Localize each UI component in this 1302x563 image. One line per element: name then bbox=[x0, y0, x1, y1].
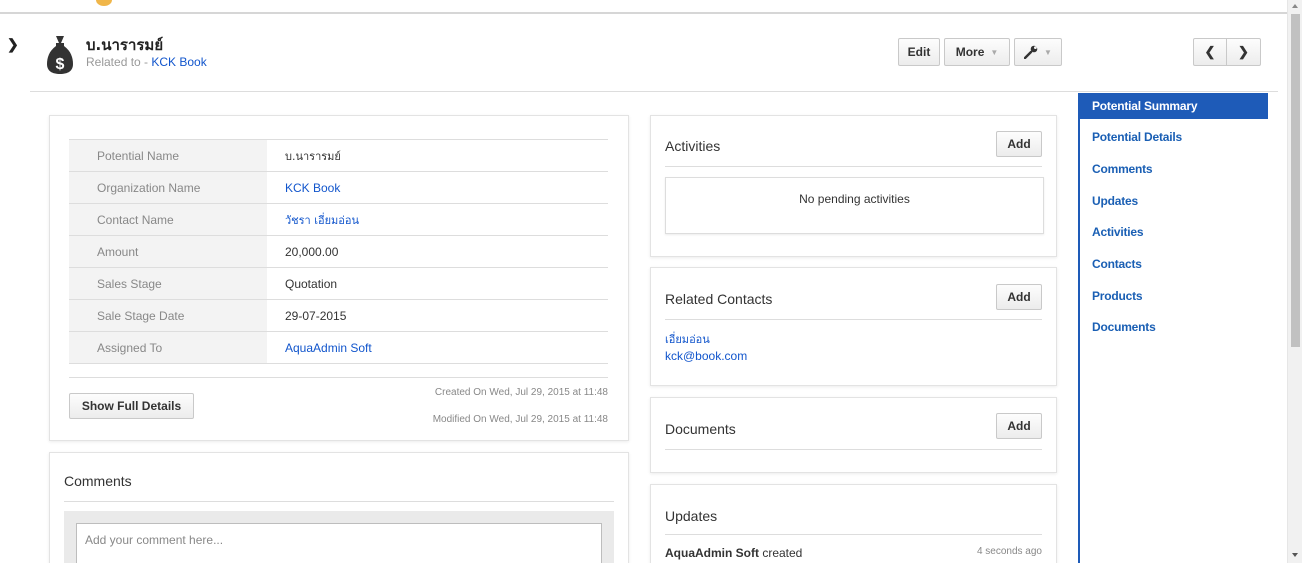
sidebar-item-comments[interactable]: Comments bbox=[1092, 162, 1153, 176]
page-scrollbar[interactable] bbox=[1287, 0, 1302, 563]
chevron-down-icon: ▼ bbox=[990, 47, 999, 57]
comments-title: Comments bbox=[64, 473, 132, 489]
divider bbox=[69, 377, 608, 378]
created-on: Created On Wed, Jul 29, 2015 at 11:48 bbox=[434, 387, 608, 398]
table-row: Amount 20,000.00 bbox=[69, 235, 608, 268]
scroll-down-icon[interactable] bbox=[1292, 553, 1298, 557]
app-logo[interactable] bbox=[96, 0, 112, 6]
more-button-label: More bbox=[955, 45, 985, 59]
activities-title: Activities bbox=[665, 138, 721, 154]
table-row: Assigned To AquaAdmin Soft bbox=[69, 331, 608, 364]
contact-email-link[interactable]: kck@book.com bbox=[665, 349, 747, 363]
add-contact-button[interactable]: Add bbox=[996, 284, 1042, 310]
updates-card: Updates AquaAdmin Soft created 4 seconds… bbox=[650, 484, 1057, 563]
sidebar-item-potential-summary[interactable]: Potential Summary bbox=[1080, 93, 1268, 119]
summary-table: Potential Name บ.นารารมย์ Organization N… bbox=[69, 139, 608, 364]
add-document-button[interactable]: Add bbox=[996, 413, 1042, 439]
contact-link[interactable]: วัชรา เอี่ยมอ่อน bbox=[267, 204, 608, 236]
field-value: 29-07-2015 bbox=[285, 308, 347, 323]
main-content: Potential Name บ.นารารมย์ Organization N… bbox=[30, 93, 1078, 563]
comment-placeholder: Add your comment here... bbox=[85, 533, 224, 547]
field-label: Sale Stage Date bbox=[69, 299, 267, 332]
money-bag-icon: $ bbox=[47, 36, 73, 74]
table-row: Potential Name บ.นารารมย์ bbox=[69, 139, 608, 172]
sidebar-item-products[interactable]: Products bbox=[1092, 289, 1143, 303]
show-full-details-label: Show Full Details bbox=[81, 399, 182, 413]
table-row: Organization Name KCK Book bbox=[69, 171, 608, 204]
wrench-icon bbox=[1024, 45, 1038, 59]
assigned-to-link[interactable]: AquaAdmin Soft bbox=[267, 332, 608, 364]
update-actor: AquaAdmin Soft bbox=[665, 546, 759, 560]
scroll-up-icon[interactable] bbox=[1292, 4, 1298, 8]
add-activity-button[interactable]: Add bbox=[996, 131, 1042, 157]
divider bbox=[665, 534, 1042, 535]
add-label: Add bbox=[1007, 419, 1031, 433]
more-button[interactable]: More ▼ bbox=[944, 38, 1010, 66]
update-time: 4 seconds ago bbox=[976, 546, 1042, 557]
record-pager: ❮ ❯ bbox=[1193, 38, 1261, 66]
sidebar-item-activities[interactable]: Activities bbox=[1092, 225, 1144, 239]
table-row: Sales Stage Quotation bbox=[69, 267, 608, 300]
chevron-down-icon: ▼ bbox=[1044, 47, 1052, 57]
record-title: บ.นารารมย์ bbox=[86, 36, 164, 54]
sidebar-item-updates[interactable]: Updates bbox=[1092, 194, 1138, 208]
contact-name-link[interactable]: เอี่ยมอ่อน bbox=[665, 330, 710, 348]
sidebar-item-documents[interactable]: Documents bbox=[1092, 320, 1156, 334]
edit-button-label: Edit bbox=[907, 45, 931, 59]
sidebar-item-potential-details[interactable]: Potential Details bbox=[1092, 130, 1182, 144]
divider bbox=[665, 449, 1042, 450]
expand-sidebar-icon[interactable]: ❯ bbox=[7, 36, 19, 52]
update-action: created bbox=[759, 546, 803, 560]
no-activities-box: No pending activities bbox=[665, 177, 1044, 234]
field-value: 20,000.00 bbox=[285, 244, 339, 259]
field-label: Potential Name bbox=[69, 139, 267, 172]
page: ❯ $ บ.นารารมย์ Related to - KCK Book Edi… bbox=[0, 0, 1302, 563]
comment-input[interactable]: Add your comment here... bbox=[76, 523, 602, 563]
comment-box-area: Add your comment here... bbox=[64, 511, 614, 563]
field-label: Contact Name bbox=[69, 203, 267, 236]
table-row: Contact Name วัชรา เอี่ยมอ่อน bbox=[69, 203, 608, 236]
svg-text:$: $ bbox=[56, 56, 65, 73]
activities-card: Activities Add No pending activities bbox=[650, 115, 1057, 257]
record-header: $ บ.นารารมย์ Related to - KCK Book Edit … bbox=[30, 18, 1278, 92]
documents-card: Documents Add bbox=[650, 397, 1057, 473]
field-label: Amount bbox=[69, 235, 267, 268]
organization-link[interactable]: KCK Book bbox=[267, 172, 608, 204]
show-full-details-button[interactable]: Show Full Details bbox=[69, 393, 194, 419]
add-label: Add bbox=[1007, 290, 1031, 304]
divider bbox=[665, 319, 1042, 320]
related-to-label: Related to - bbox=[86, 55, 152, 69]
field-label: Assigned To bbox=[69, 331, 267, 364]
record-sidebar-nav: Potential Summary Potential Details Comm… bbox=[1078, 93, 1268, 563]
edit-button[interactable]: Edit bbox=[898, 38, 940, 66]
update-entry: AquaAdmin Soft created bbox=[665, 546, 802, 560]
comments-card: Comments Add your comment here... bbox=[49, 452, 629, 563]
related-contacts-card: Related Contacts Add เอี่ยมอ่อน kck@book… bbox=[650, 267, 1057, 386]
related-to-link[interactable]: KCK Book bbox=[151, 55, 206, 69]
summary-card: Potential Name บ.นารารมย์ Organization N… bbox=[49, 115, 629, 441]
related-to: Related to - KCK Book bbox=[86, 55, 207, 69]
settings-dropdown-button[interactable]: ▼ bbox=[1014, 38, 1062, 66]
top-bar bbox=[0, 0, 1287, 14]
updates-title: Updates bbox=[665, 508, 718, 524]
field-label: Organization Name bbox=[69, 171, 267, 204]
next-record-icon[interactable]: ❯ bbox=[1227, 39, 1260, 65]
scrollbar-thumb[interactable] bbox=[1291, 14, 1300, 347]
add-label: Add bbox=[1007, 137, 1031, 151]
table-row: Sale Stage Date 29-07-2015 bbox=[69, 299, 608, 332]
modified-on: Modified On Wed, Jul 29, 2015 at 11:48 bbox=[432, 414, 608, 425]
sidebar-item-contacts[interactable]: Contacts bbox=[1092, 257, 1142, 271]
related-contacts-title: Related Contacts bbox=[665, 291, 773, 307]
field-label: Sales Stage bbox=[69, 267, 267, 300]
field-value: บ.นารารมย์ bbox=[285, 149, 341, 163]
previous-record-icon[interactable]: ❮ bbox=[1194, 39, 1227, 65]
no-activities-text: No pending activities bbox=[799, 191, 910, 206]
field-value: Quotation bbox=[285, 276, 338, 291]
documents-title: Documents bbox=[665, 421, 736, 437]
divider bbox=[665, 166, 1042, 167]
divider bbox=[64, 501, 614, 502]
